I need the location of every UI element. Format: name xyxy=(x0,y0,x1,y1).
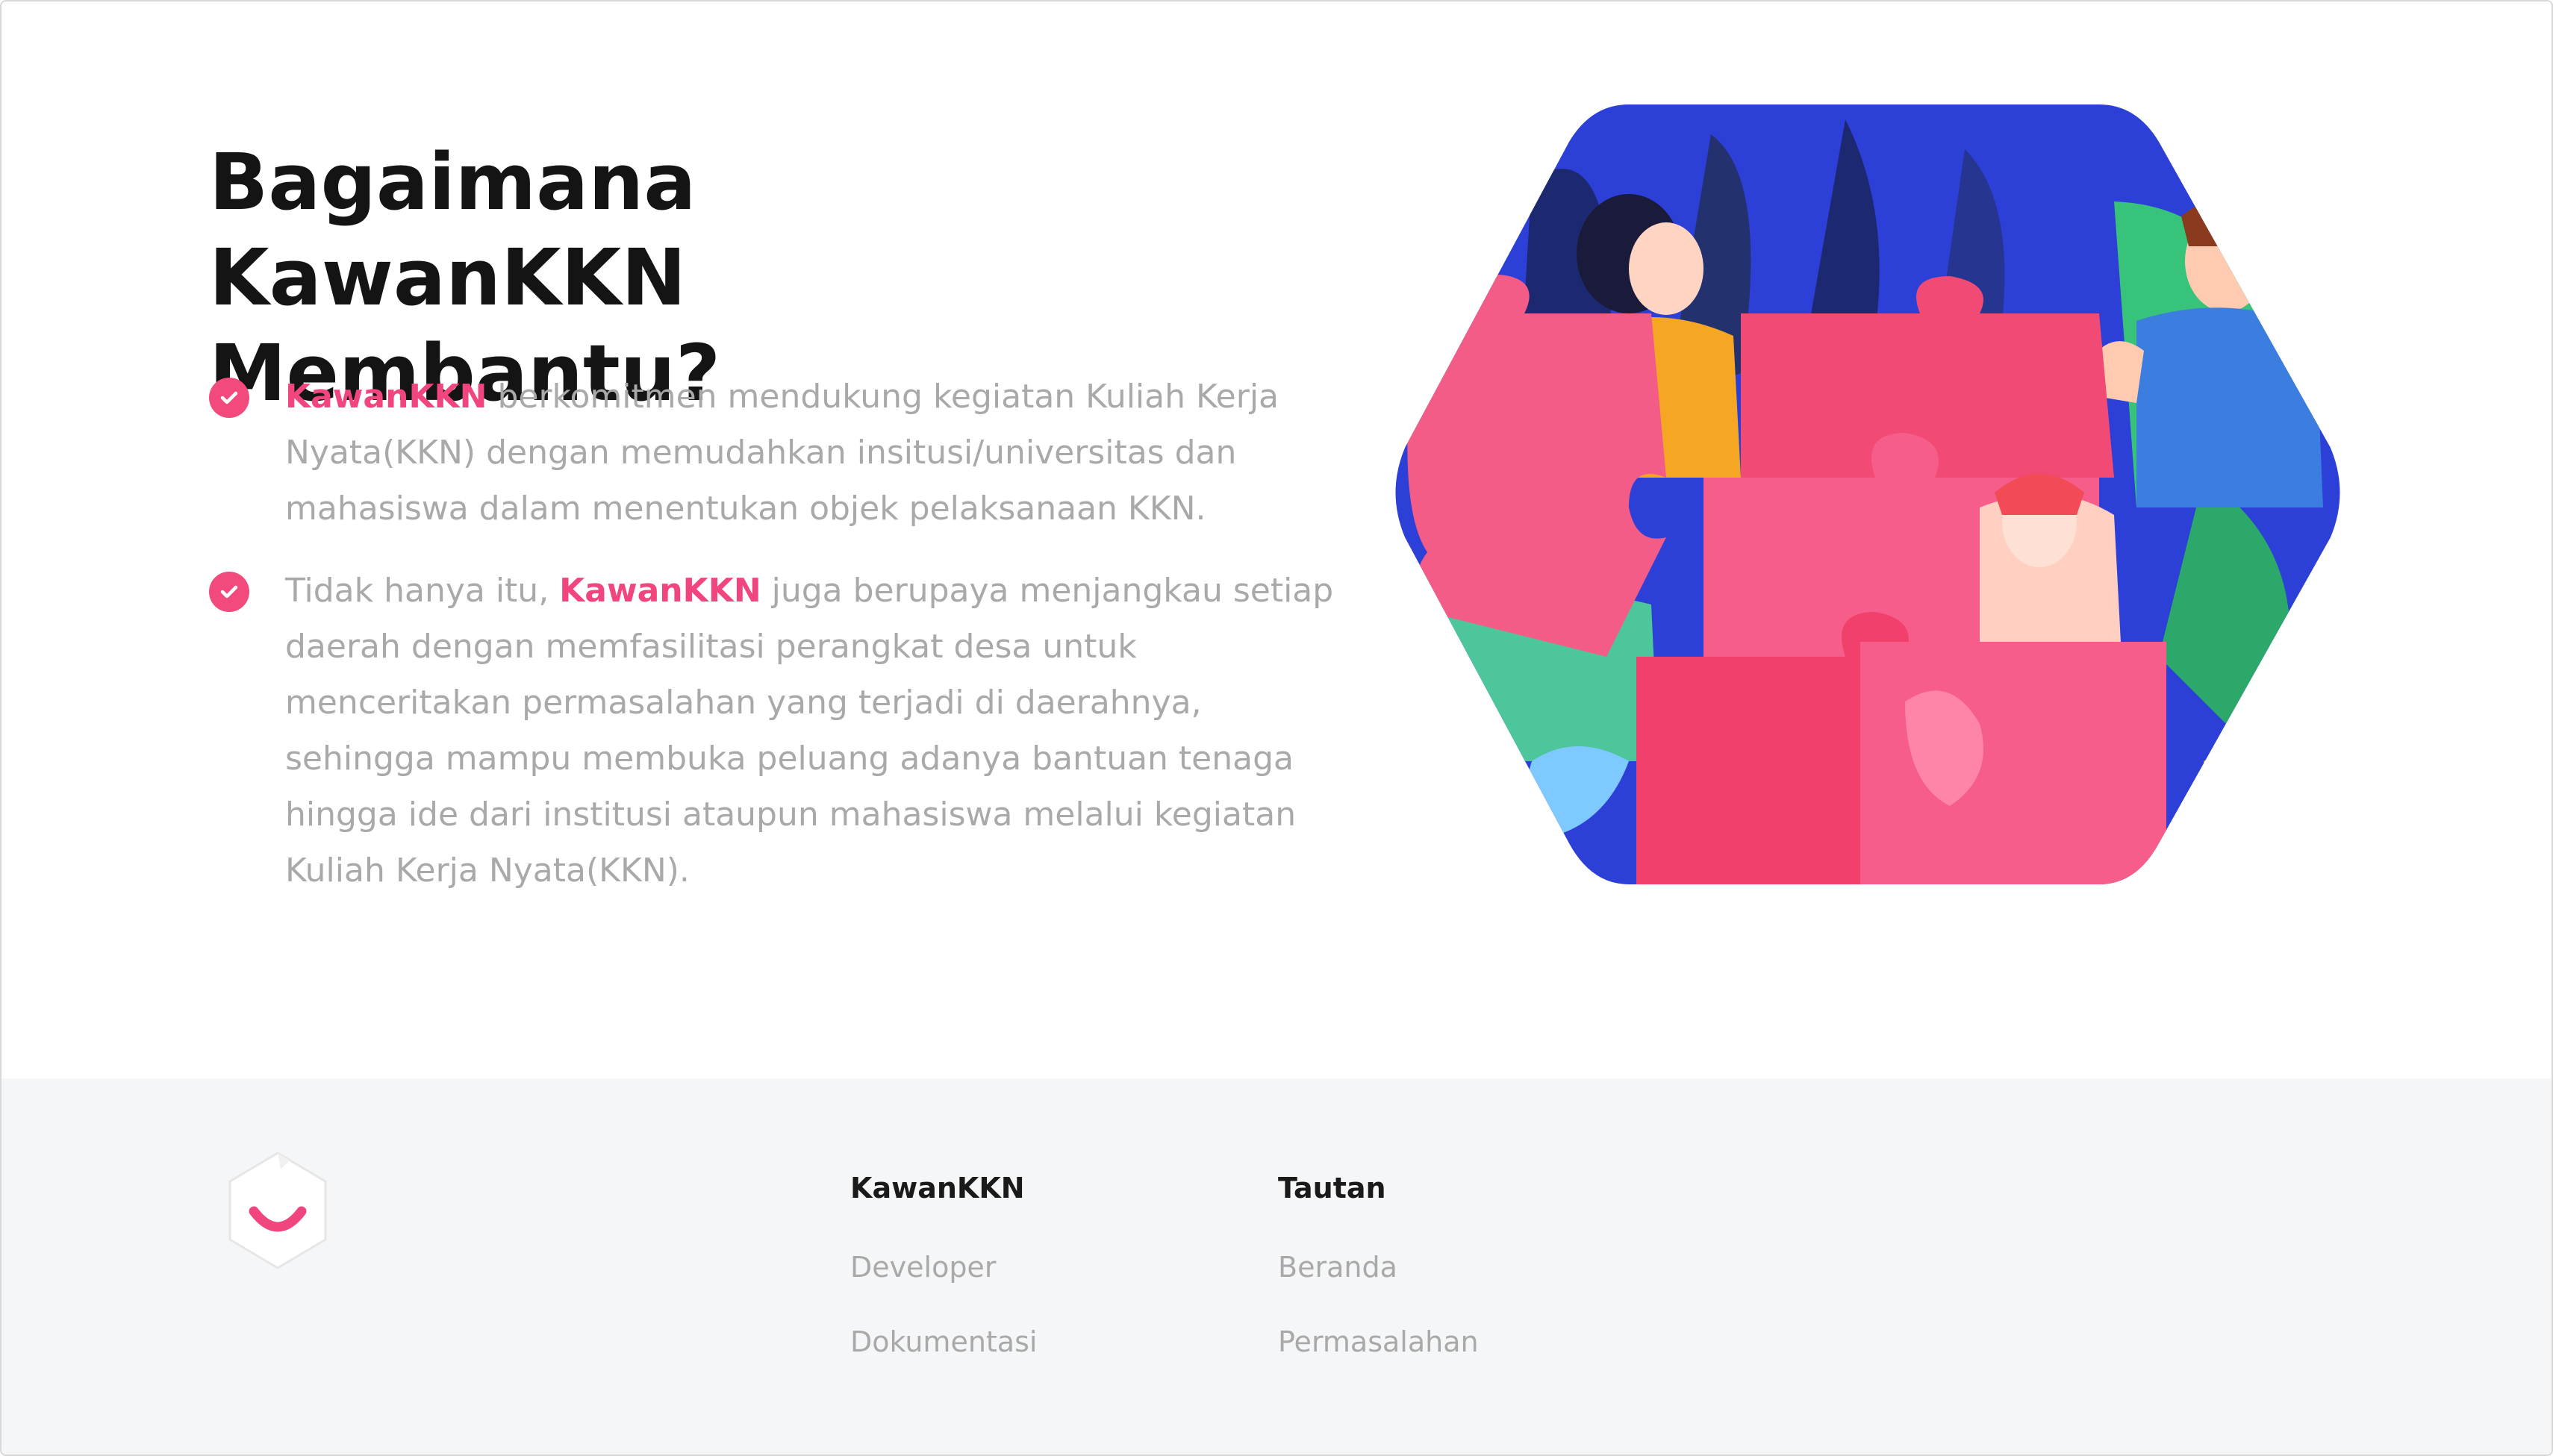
check-circle-icon xyxy=(209,572,249,612)
footer-heading: KawanKKN xyxy=(850,1172,1025,1205)
kawankkn-logo[interactable] xyxy=(218,1147,337,1274)
benefit-text-2: Tidak hanya itu, KawanKKN juga berupaya … xyxy=(285,572,1334,890)
footer-column-tautan: Tautan Beranda Permasalahan xyxy=(1278,1172,1479,1358)
section-title-line-1: Bagaimana KawanKKN xyxy=(209,137,696,323)
footer-link-permasalahan[interactable]: Permasalahan xyxy=(1278,1325,1479,1358)
brand-highlight: KawanKKN xyxy=(559,572,761,610)
benefit-text-1: KawanKKN berkomitmen mendukung kegiatan … xyxy=(285,378,1279,528)
page-frame: Bagaimana KawanKKN Membantu? KawanKKN be… xyxy=(0,0,2553,1456)
brand-highlight: KawanKKN xyxy=(285,378,487,416)
footer-link-developer[interactable]: Developer xyxy=(850,1251,1037,1284)
footer-column-kawankkn: KawanKKN Developer Dokumentasi xyxy=(850,1172,1037,1358)
site-footer xyxy=(1,1078,2552,1455)
footer-link-dokumentasi[interactable]: Dokumentasi xyxy=(850,1325,1037,1358)
how-it-helps-section: Bagaimana KawanKKN Membantu? KawanKKN be… xyxy=(1,1,2552,1078)
check-circle-icon xyxy=(209,378,249,418)
footer-link-beranda[interactable]: Beranda xyxy=(1278,1251,1479,1284)
puzzle-team-illustration xyxy=(1395,104,2340,884)
footer-heading: Tautan xyxy=(1278,1172,1386,1205)
